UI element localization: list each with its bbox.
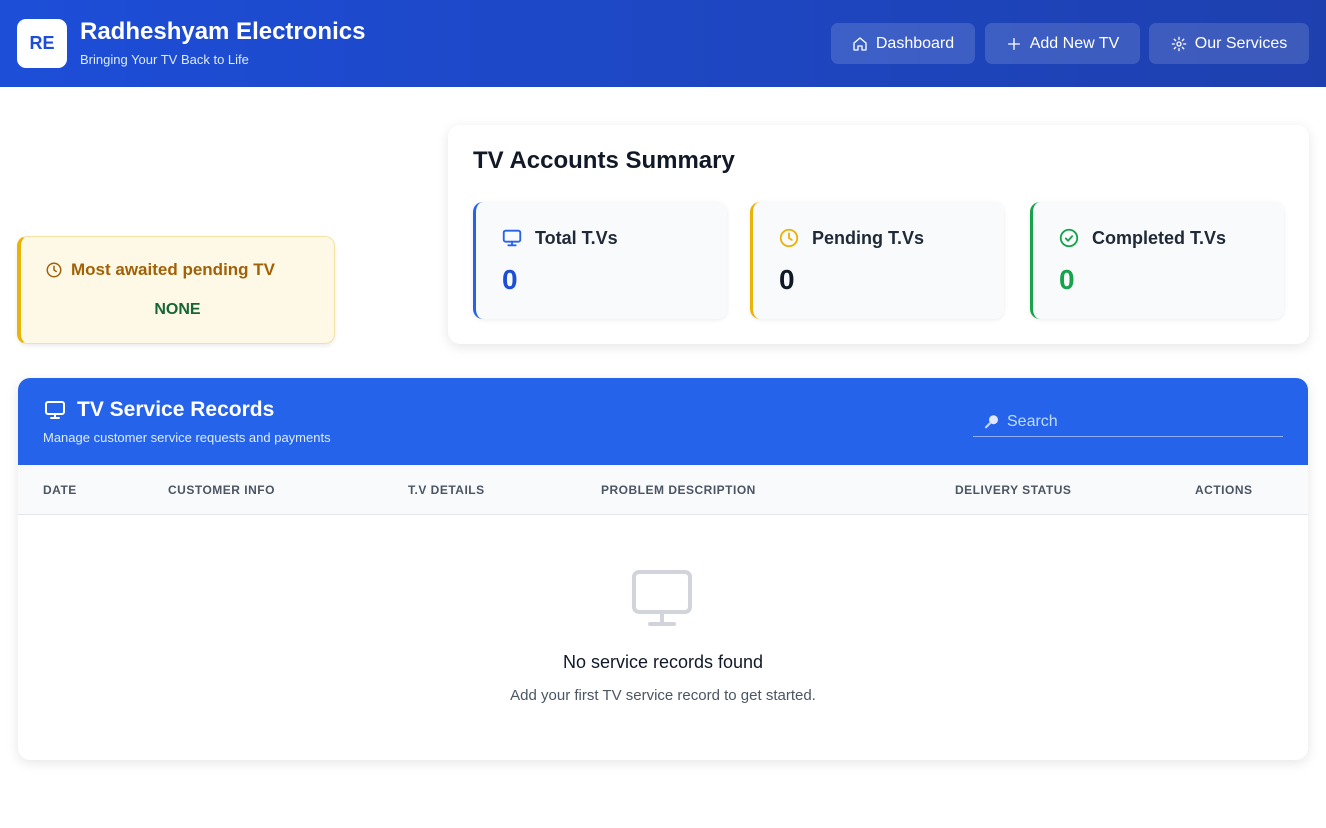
column-problem-description[interactable]: PROBLEM DESCRIPTION <box>601 483 756 497</box>
table-header: DATE CUSTOMER INFO T.V DETAILS PROBLEM D… <box>18 465 1308 515</box>
pending-card-title: Most awaited pending TV <box>71 260 276 279</box>
stat-completed-heading: Completed T.Vs <box>1058 227 1226 249</box>
summary-title: TV Accounts Summary <box>473 147 735 174</box>
check-circle-icon <box>1059 228 1079 248</box>
records-title: TV Service Records <box>77 398 275 421</box>
stat-completed-value: 0 <box>1059 264 1075 295</box>
empty-state-title: No service records found <box>562 652 764 672</box>
most-awaited-pending-card: Most awaited pending TV NONE <box>17 236 335 344</box>
stat-card-pending[interactable]: Pending T.Vs 0 <box>750 202 1004 319</box>
search-box <box>973 407 1283 437</box>
stat-total-heading: Total T.Vs <box>501 227 618 249</box>
search-icon <box>984 414 998 428</box>
stat-total-value: 0 <box>502 264 518 295</box>
records-header: TV Service Records Manage customer servi… <box>18 378 1308 465</box>
stat-completed-label: Completed T.Vs <box>1092 227 1227 248</box>
add-new-tv-label: Add New TV <box>1029 34 1120 52</box>
column-delivery-status[interactable]: DELIVERY STATUS <box>955 483 1071 497</box>
records-subtitle: Manage customer service requests and pay… <box>43 430 331 445</box>
column-date[interactable]: DATE <box>43 483 77 497</box>
our-services-button[interactable]: Our Services <box>1149 23 1309 64</box>
empty-monitor-icon <box>632 570 692 626</box>
brand-logo[interactable]: RE <box>17 19 67 68</box>
column-customer-info[interactable]: CUSTOMER INFO <box>168 483 275 497</box>
gear-icon <box>1171 36 1187 51</box>
stat-pending-heading: Pending T.Vs <box>778 227 924 249</box>
clock-icon <box>779 228 799 248</box>
brand-title[interactable]: Radheshyam Electronics <box>80 18 365 46</box>
column-actions[interactable]: ACTIONS <box>1195 483 1253 497</box>
brand-subtitle: Bringing Your TV Back to Life <box>80 52 249 67</box>
tv-accounts-summary: TV Accounts Summary Total T.Vs 0 Pending… <box>448 125 1309 344</box>
stat-pending-label: Pending T.Vs <box>812 227 925 248</box>
plus-icon <box>1007 37 1020 50</box>
stat-pending-value: 0 <box>779 264 795 295</box>
empty-state-subtitle: Add your first TV service record to get … <box>510 687 816 704</box>
add-new-tv-button[interactable]: Add New TV <box>985 23 1140 64</box>
pending-card-heading: Most awaited pending TV <box>45 260 275 280</box>
search-input[interactable] <box>1007 412 1267 431</box>
our-services-label: Our Services <box>1194 34 1288 52</box>
records-heading: TV Service Records <box>43 398 274 422</box>
dashboard-label: Dashboard <box>875 34 955 52</box>
column-tv-details[interactable]: T.V DETAILS <box>408 483 485 497</box>
home-icon <box>853 36 867 51</box>
stat-total-label: Total T.Vs <box>535 227 618 248</box>
stat-card-completed[interactable]: Completed T.Vs 0 <box>1030 202 1284 319</box>
monitor-icon <box>45 401 65 419</box>
tv-service-records: TV Service Records Manage customer servi… <box>18 378 1308 760</box>
stat-card-total[interactable]: Total T.Vs 0 <box>473 202 727 319</box>
top-navbar: RE Radheshyam Electronics Bringing Your … <box>0 0 1326 87</box>
monitor-icon <box>502 229 522 247</box>
pending-card-value: NONE <box>154 301 201 318</box>
dashboard-button[interactable]: Dashboard <box>831 23 975 64</box>
clock-icon <box>46 262 62 278</box>
